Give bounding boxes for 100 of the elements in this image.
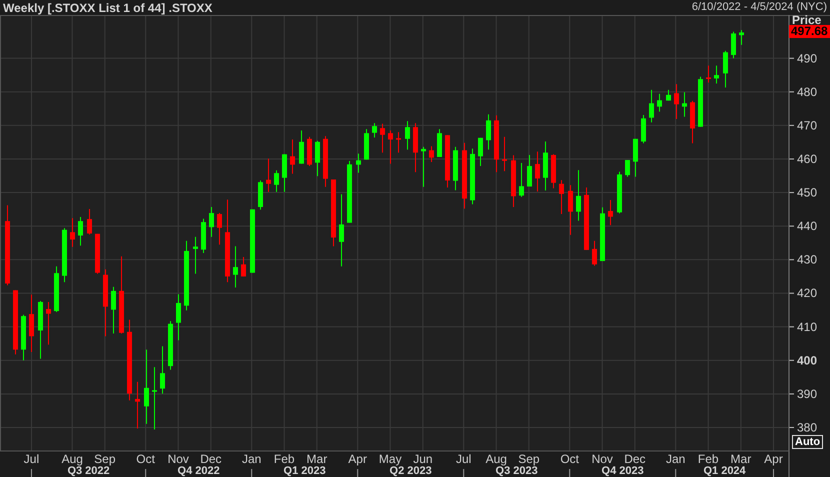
candlestick bbox=[184, 240, 189, 311]
candlestick bbox=[396, 132, 401, 154]
candlestick bbox=[135, 381, 140, 429]
candlestick bbox=[46, 301, 51, 346]
candlestick bbox=[429, 146, 434, 162]
candlestick bbox=[739, 30, 744, 46]
month-label: Mar bbox=[730, 452, 752, 466]
candlestick bbox=[95, 233, 100, 274]
candlestick bbox=[682, 92, 687, 118]
month-label: Aug bbox=[486, 452, 507, 466]
price-axis-label: 420 bbox=[797, 286, 818, 300]
month-label: Oct bbox=[136, 452, 155, 466]
candlestick bbox=[152, 366, 157, 430]
candlestick bbox=[372, 122, 377, 138]
quarter-label: Q4 2022 bbox=[178, 465, 220, 477]
price-axis-label: 410 bbox=[797, 320, 818, 334]
candlestick bbox=[111, 286, 116, 334]
candlestick bbox=[217, 212, 222, 246]
candlestick bbox=[307, 136, 312, 167]
last-price-badge: 497.68 bbox=[789, 25, 830, 38]
chart-title: Weekly [.STOXX List 1 of 44] .STOXX bbox=[3, 2, 212, 14]
price-axis-label: 390 bbox=[797, 386, 818, 401]
date-range: 6/10/2022 - 4/5/2024 (NYC) bbox=[692, 2, 827, 13]
candlestick bbox=[527, 154, 532, 188]
candlestick bbox=[266, 158, 271, 192]
quarter-label: Q3 2023 bbox=[496, 465, 538, 477]
candlestick bbox=[13, 290, 18, 355]
quarter-label: Q1 2024 bbox=[703, 465, 746, 477]
quarter-label: Q1 2023 bbox=[284, 465, 326, 477]
candlestick bbox=[282, 154, 287, 192]
candlestick bbox=[250, 208, 255, 274]
candlestick bbox=[315, 140, 320, 177]
candlestick bbox=[356, 153, 361, 174]
candlestick bbox=[62, 228, 67, 283]
candlestick bbox=[78, 216, 83, 246]
candlestick bbox=[453, 146, 458, 191]
month-label: Apr bbox=[764, 452, 783, 466]
candlestick bbox=[209, 206, 214, 238]
candlestick bbox=[723, 50, 728, 88]
candlestick bbox=[657, 93, 662, 112]
candlestick bbox=[706, 65, 711, 83]
price-axis-label: 480 bbox=[797, 84, 818, 99]
price-axis-label: 460 bbox=[797, 152, 818, 166]
candlestick bbox=[535, 151, 540, 192]
candlestick bbox=[698, 76, 703, 128]
candlestick bbox=[364, 128, 369, 160]
month-label: Sep bbox=[518, 452, 540, 466]
price-axis-label: 440 bbox=[797, 219, 818, 234]
month-label: Aug bbox=[62, 452, 83, 466]
candlestick bbox=[486, 114, 491, 150]
candlestick bbox=[380, 123, 385, 154]
candlestick bbox=[502, 136, 507, 172]
candlestick bbox=[641, 114, 646, 144]
candlestick bbox=[674, 84, 679, 120]
candlestick bbox=[201, 218, 206, 254]
month-label: Nov bbox=[592, 452, 613, 466]
price-axis-label: 400 bbox=[797, 353, 818, 368]
candlestick bbox=[331, 178, 336, 247]
candlestick bbox=[70, 218, 75, 248]
month-label: Oct bbox=[560, 452, 579, 466]
candlestick bbox=[690, 100, 695, 144]
candlestick bbox=[160, 346, 165, 394]
candlestick bbox=[421, 146, 426, 188]
candlestick bbox=[666, 89, 671, 102]
candlestick bbox=[731, 31, 736, 59]
candlestick bbox=[21, 314, 26, 361]
candlestick bbox=[519, 162, 524, 198]
candlestick bbox=[494, 114, 499, 173]
candlestick bbox=[617, 171, 622, 214]
month-label: Jan bbox=[242, 452, 262, 466]
month-label: Feb bbox=[698, 452, 719, 466]
candlestick bbox=[54, 266, 59, 313]
candlestick bbox=[625, 160, 630, 178]
candlestick bbox=[559, 180, 564, 215]
candlestick bbox=[511, 154, 516, 208]
month-label: Jun bbox=[413, 452, 433, 466]
price-axis-label: 490 bbox=[797, 51, 818, 66]
candlestick bbox=[714, 65, 719, 84]
candlestick bbox=[470, 148, 475, 205]
candlestick bbox=[462, 142, 467, 210]
candlestick bbox=[543, 141, 548, 192]
candlestick bbox=[437, 128, 442, 158]
candlestick bbox=[478, 137, 483, 167]
candlestick bbox=[323, 136, 328, 188]
candlestick bbox=[290, 139, 295, 174]
price-axis-label: 450 bbox=[797, 186, 818, 200]
candlestick bbox=[193, 236, 198, 274]
candlestick bbox=[38, 300, 43, 360]
month-label: Nov bbox=[168, 452, 189, 466]
candlestick bbox=[103, 268, 108, 337]
candlestick bbox=[168, 320, 173, 370]
candlestick bbox=[299, 130, 304, 164]
candlestick bbox=[388, 130, 393, 164]
price-axis-title: Price bbox=[792, 15, 822, 27]
auto-scale-button[interactable]: Auto bbox=[792, 435, 824, 449]
candlestick bbox=[568, 184, 573, 236]
month-label: Jul bbox=[24, 452, 40, 466]
candlestick bbox=[241, 256, 246, 277]
candlestick bbox=[608, 199, 613, 226]
month-label: Jul bbox=[456, 452, 472, 466]
